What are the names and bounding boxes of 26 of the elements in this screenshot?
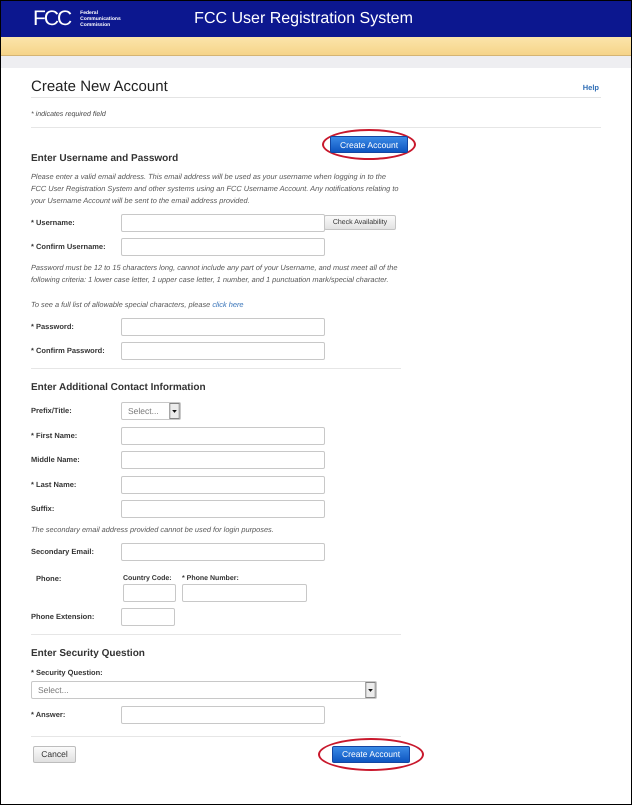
input-field[interactable] (121, 318, 325, 336)
input-field[interactable] (121, 238, 325, 256)
input-field[interactable] (121, 342, 325, 360)
cancel-button[interactable]: Cancel (33, 746, 76, 762)
input-field[interactable] (121, 542, 325, 560)
input-field[interactable] (121, 214, 325, 232)
input-field[interactable] (182, 584, 307, 602)
input-field[interactable] (121, 500, 325, 518)
input-field[interactable] (121, 608, 175, 626)
select-field[interactable]: Select... (121, 402, 181, 420)
page-title: Create New Account (31, 78, 168, 96)
select-field[interactable]: Select... (31, 681, 377, 699)
input-field[interactable] (123, 584, 176, 602)
caret-icon[interactable] (169, 403, 180, 419)
input-field[interactable] (121, 451, 325, 469)
create-account-button[interactable]: Create Account (330, 136, 408, 153)
input-field[interactable] (121, 706, 325, 724)
caret-icon[interactable] (365, 682, 376, 698)
site-title: FCC User Registration System (194, 10, 413, 28)
section-heading: Enter Additional Contact Information (31, 382, 207, 394)
section-heading: Enter Security Question (31, 648, 146, 660)
input-field[interactable] (121, 476, 325, 494)
logo: FCC (33, 7, 70, 31)
input-field[interactable] (121, 426, 325, 444)
section-heading: Enter Username and Password (31, 153, 180, 165)
create-account-button[interactable]: Create Account (332, 746, 410, 762)
